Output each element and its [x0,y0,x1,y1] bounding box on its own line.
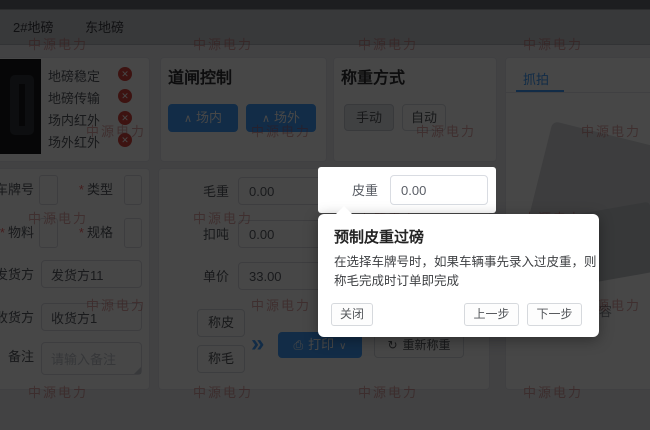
tour-next-button[interactable]: 下一步 [527,303,582,326]
tour-prev-button[interactable]: 上一步 [464,303,519,326]
tour-dim-overlay[interactable] [0,0,650,430]
tare-input[interactable] [390,175,488,205]
tour-close-button[interactable]: 关闭 [331,303,373,326]
weighbridge-app: 2#地磅 东地磅 0 地磅稳定 ✕ 地磅传输 ✕ 场内红外 ✕ 场外红外 ✕ 道… [0,0,650,430]
